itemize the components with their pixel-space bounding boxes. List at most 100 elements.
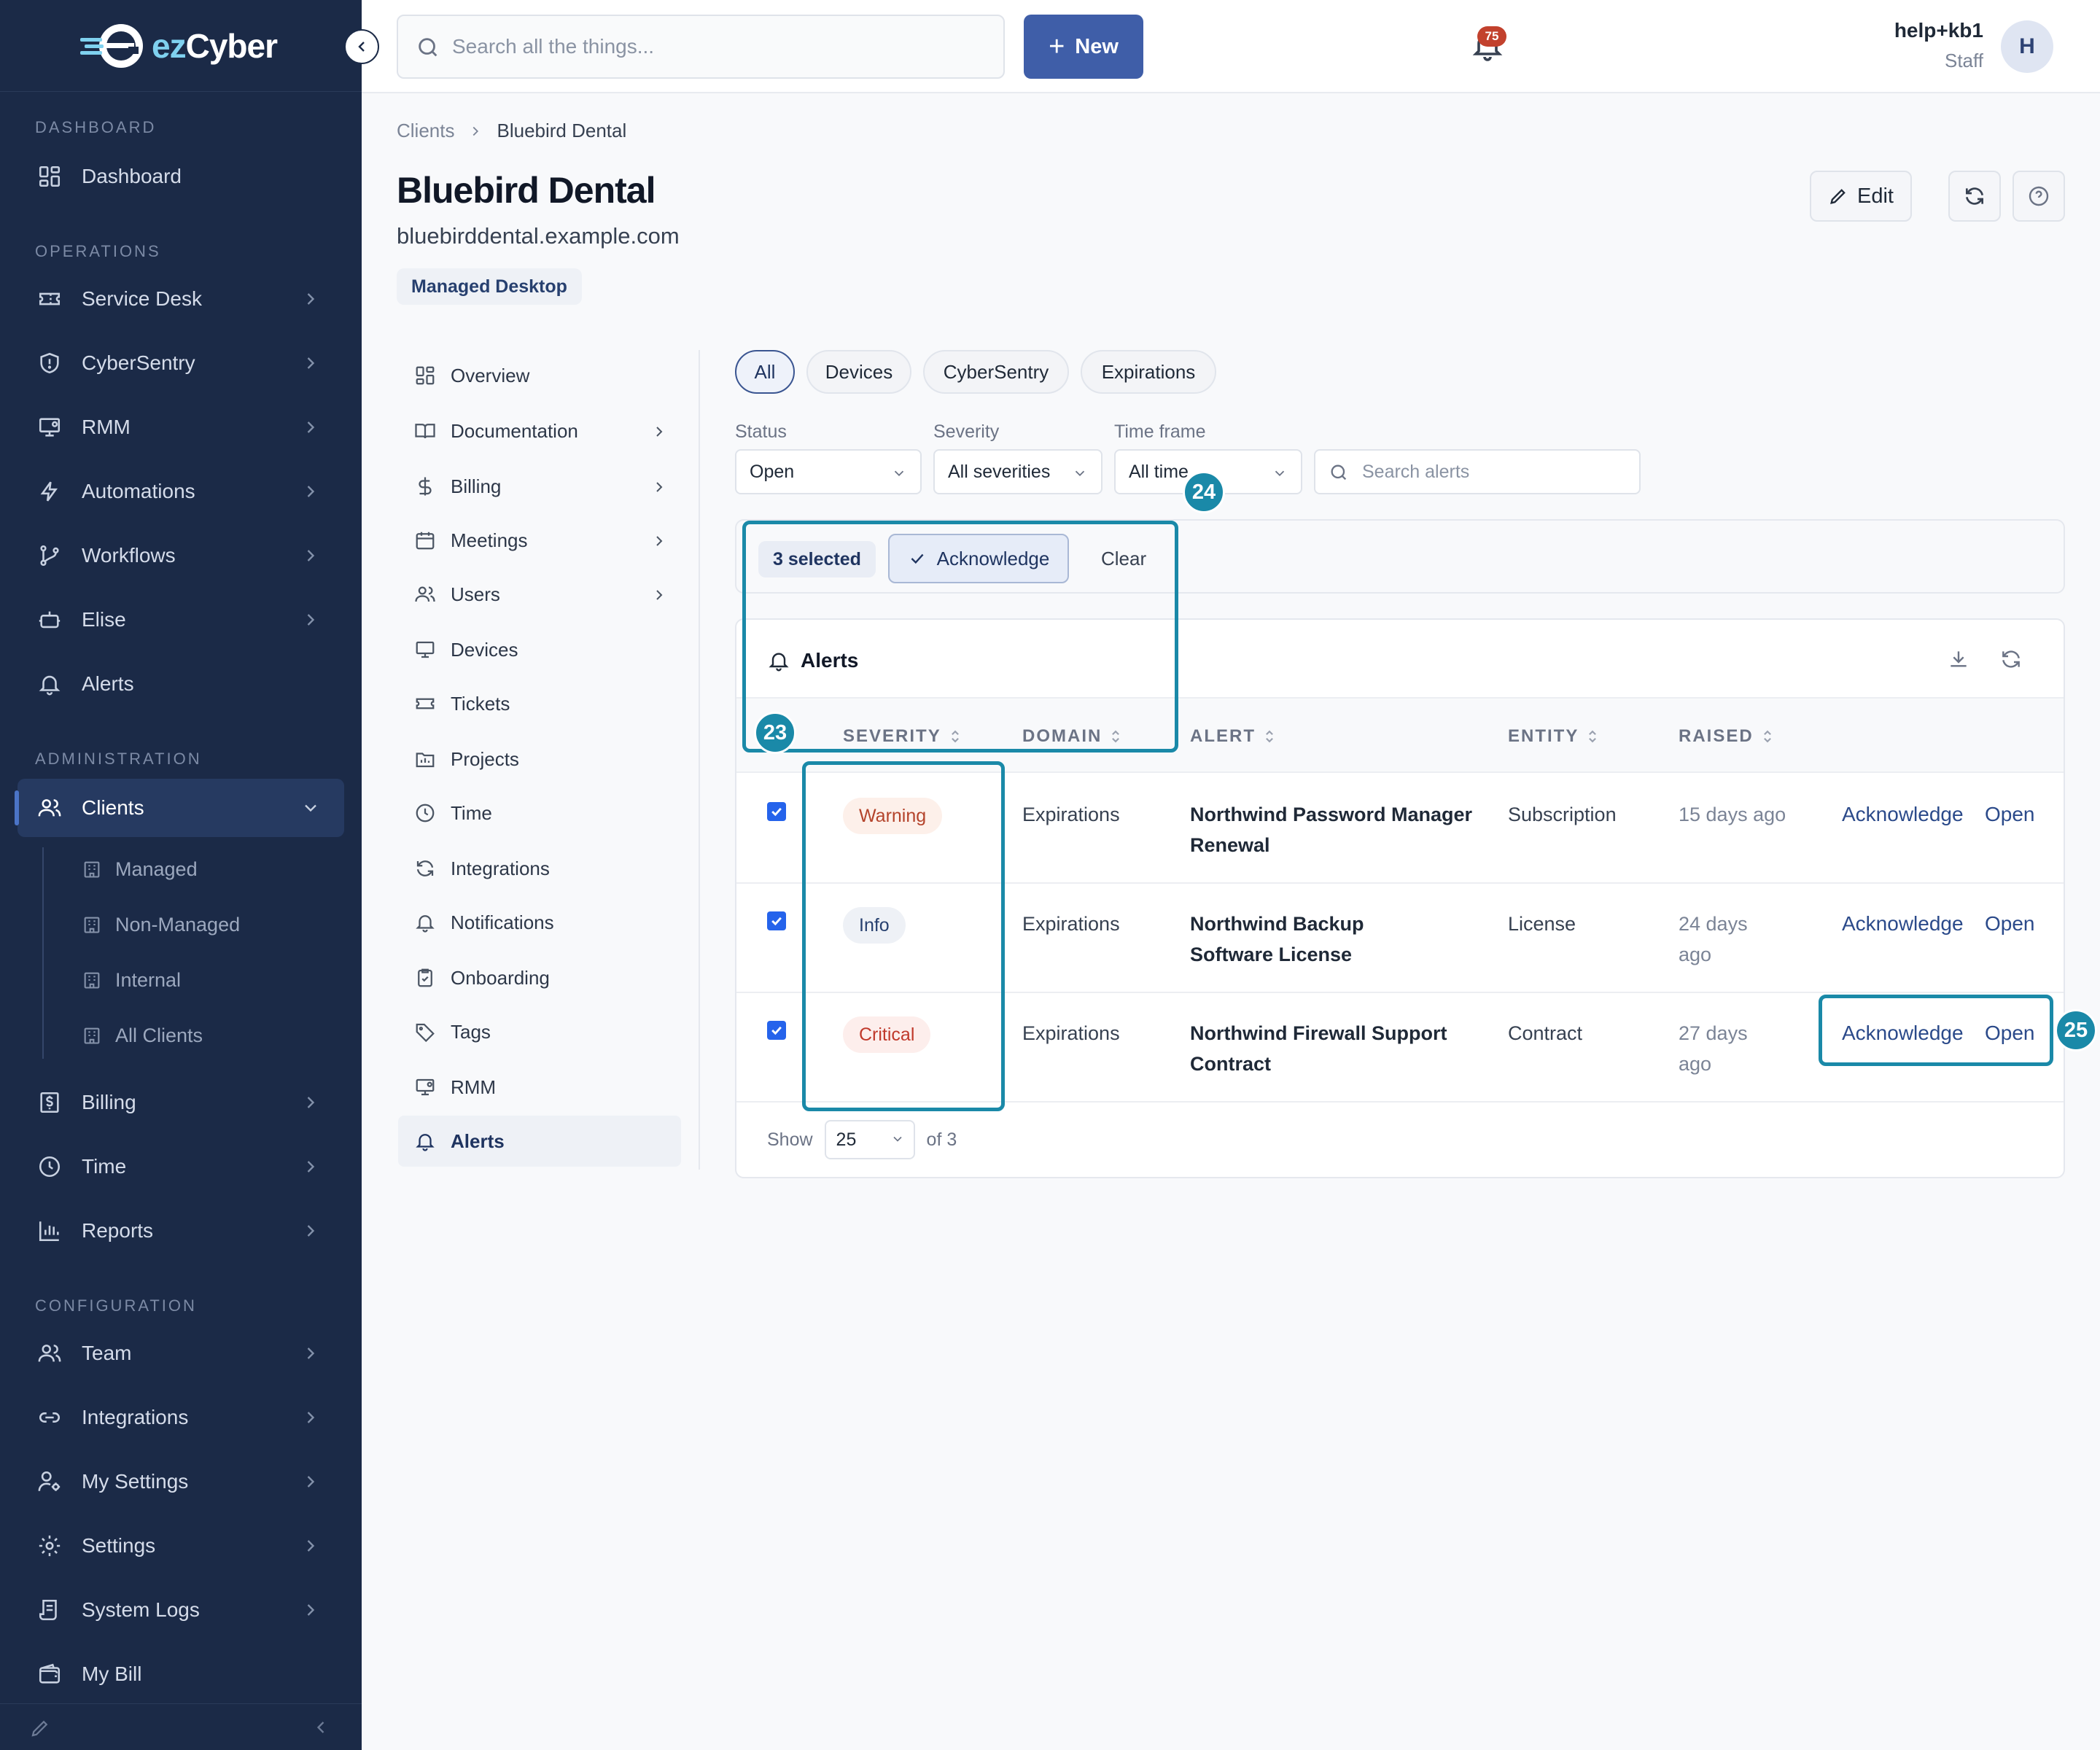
col-alert[interactable]: ALERT <box>1190 726 1276 747</box>
sidebar-item-settings[interactable]: Settings <box>18 1517 344 1575</box>
sidebar-collapse-button[interactable] <box>344 29 379 64</box>
alert-name[interactable]: Northwind Backup Software License <box>1190 909 1409 970</box>
col-domain-label: DOMAIN <box>1022 726 1102 746</box>
col-severity[interactable]: SEVERITY <box>843 726 962 747</box>
section-dashboard-label: DASHBOARD <box>35 118 157 136</box>
row-open-link[interactable]: Open <box>1985 799 2035 830</box>
col-raised[interactable]: RAISED <box>1679 726 1774 747</box>
chevron-right-icon <box>300 610 321 630</box>
filter-tab-devices[interactable]: Devices <box>806 350 911 394</box>
row-open-link[interactable]: Open <box>1985 1018 2035 1049</box>
filter-tab-cybersentry[interactable]: CyberSentry <box>923 350 1069 394</box>
breadcrumb-clients-link[interactable]: Clients <box>397 120 454 142</box>
tab-notifications[interactable]: Notifications <box>398 897 681 948</box>
tab-meetings[interactable]: Meetings <box>398 515 681 566</box>
bulk-acknowledge-button[interactable]: Acknowledge <box>888 534 1069 583</box>
filter-tab-expirations[interactable]: Expirations <box>1081 350 1216 394</box>
row-acknowledge-link[interactable]: Acknowledge <box>1842 1018 1964 1049</box>
sidebar-item-team[interactable]: Team <box>18 1324 344 1382</box>
pager-total: of 3 <box>926 1129 957 1150</box>
filter-tab-all[interactable]: All <box>735 350 795 394</box>
clear-selection-button[interactable]: Clear <box>1101 534 1146 583</box>
page-size-select[interactable]: 25 <box>824 1120 915 1159</box>
tab-tags[interactable]: Tags <box>398 1006 681 1057</box>
tab-users[interactable]: Users <box>398 569 681 620</box>
help-button[interactable] <box>2012 171 2065 222</box>
row-checkbox[interactable] <box>767 1021 786 1040</box>
tab-onboarding[interactable]: Onboarding <box>398 952 681 1003</box>
sidebar-item-dashboard[interactable]: Dashboard <box>18 147 344 206</box>
tab-tickets[interactable]: Tickets <box>398 678 681 729</box>
severity-badge-info: Info <box>843 907 906 944</box>
sidebar-item-my-settings[interactable]: My Settings <box>18 1452 344 1511</box>
sidebar-subitem-all-clients[interactable]: All Clients <box>82 1014 203 1057</box>
col-entity[interactable]: ENTITY <box>1508 726 1599 747</box>
sidebar-subitem-internal[interactable]: Internal <box>82 958 181 1002</box>
chevron-left-icon[interactable] <box>311 1717 331 1738</box>
tab-integrations[interactable]: Integrations <box>398 843 681 894</box>
severity-select[interactable]: All severities <box>933 449 1102 494</box>
sidebar-item-label: Time <box>82 1155 127 1178</box>
sidebar-item-label: Billing <box>82 1091 136 1113</box>
brand-logo[interactable]: ezCyber <box>0 0 362 92</box>
sidebar-item-elise[interactable]: Elise <box>18 591 344 649</box>
table-row[interactable]: Critical Expirations Northwind Firewall … <box>736 993 2064 1102</box>
chevron-right-icon <box>300 1156 321 1177</box>
alert-name[interactable]: Northwind Password Manager Renewal <box>1190 799 1482 860</box>
global-search-input[interactable]: Search all the things... <box>397 15 1005 79</box>
tab-rmm[interactable]: RMM <box>398 1062 681 1113</box>
sidebar-item-cybersentry[interactable]: CyberSentry <box>18 334 344 392</box>
sidebar-item-my-bill[interactable]: My Bill <box>18 1645 344 1703</box>
sidebar-item-system-logs[interactable]: System Logs <box>18 1581 344 1639</box>
sidebar-subitem-managed[interactable]: Managed <box>82 847 198 891</box>
tab-billing[interactable]: Billing <box>398 461 681 512</box>
chevron-right-icon <box>650 532 668 550</box>
tab-time[interactable]: Time <box>398 788 681 839</box>
col-domain[interactable]: DOMAIN <box>1022 726 1122 747</box>
tab-documentation[interactable]: Documentation <box>398 405 681 456</box>
wallet-icon <box>35 1660 64 1689</box>
sidebar-item-workflows[interactable]: Workflows <box>18 526 344 585</box>
user-name[interactable]: help+kb1 <box>1894 19 1983 42</box>
sidebar-subitem-non-managed[interactable]: Non-Managed <box>82 903 240 946</box>
row-open-link[interactable]: Open <box>1985 909 2035 939</box>
avatar[interactable]: H <box>2001 20 2053 73</box>
row-acknowledge-link[interactable]: Acknowledge <box>1842 799 1964 830</box>
row-checkbox[interactable] <box>767 802 786 821</box>
alert-name[interactable]: Northwind Firewall Support Contract <box>1190 1018 1482 1079</box>
alerts-search-input[interactable]: Search alerts <box>1314 449 1641 494</box>
tab-alerts[interactable]: Alerts <box>398 1116 681 1167</box>
sidebar-item-rmm[interactable]: RMM <box>18 398 344 456</box>
new-button[interactable]: + New <box>1024 15 1143 79</box>
sidebar-item-automations[interactable]: Automations <box>18 462 344 521</box>
pencil-icon[interactable] <box>29 1717 51 1739</box>
alert-raised: 24 days ago <box>1679 913 1748 965</box>
refresh-button[interactable] <box>1948 171 2001 222</box>
sidebar-item-clients[interactable]: Clients <box>15 779 344 837</box>
sidebar-item-billing[interactable]: Billing <box>18 1073 344 1132</box>
sidebar-item-integrations[interactable]: Integrations <box>18 1388 344 1447</box>
alert-domain: Expirations <box>1022 804 1120 825</box>
status-select[interactable]: Open <box>735 449 922 494</box>
sidebar-item-time[interactable]: Time <box>18 1138 344 1196</box>
tab-label: Documentation <box>451 419 578 442</box>
tab-projects[interactable]: Projects <box>398 734 681 785</box>
sort-icon <box>1589 730 1597 743</box>
sidebar-item-reports[interactable]: Reports <box>18 1202 344 1260</box>
tab-overview[interactable]: Overview <box>398 350 681 401</box>
bell-icon <box>767 649 790 672</box>
row-acknowledge-link[interactable]: Acknowledge <box>1842 909 1964 939</box>
dollar-receipt-icon <box>35 1088 64 1117</box>
row-checkbox[interactable] <box>767 911 786 930</box>
edit-button[interactable]: Edit <box>1810 171 1912 222</box>
download-icon[interactable] <box>1947 648 1970 671</box>
sidebar-item-label: Alerts <box>82 672 134 695</box>
sidebar-item-label: My Settings <box>82 1470 189 1493</box>
tab-devices[interactable]: Devices <box>398 624 681 675</box>
sidebar-item-alerts[interactable]: Alerts <box>18 655 344 713</box>
table-row[interactable]: Warning Expirations Northwind Password M… <box>736 774 2064 884</box>
sidebar-item-service-desk[interactable]: Service Desk <box>18 270 344 328</box>
table-row[interactable]: Info Expirations Northwind Backup Softwa… <box>736 884 2064 993</box>
dashboard-icon <box>414 365 436 386</box>
refresh-icon[interactable] <box>1999 648 2023 671</box>
